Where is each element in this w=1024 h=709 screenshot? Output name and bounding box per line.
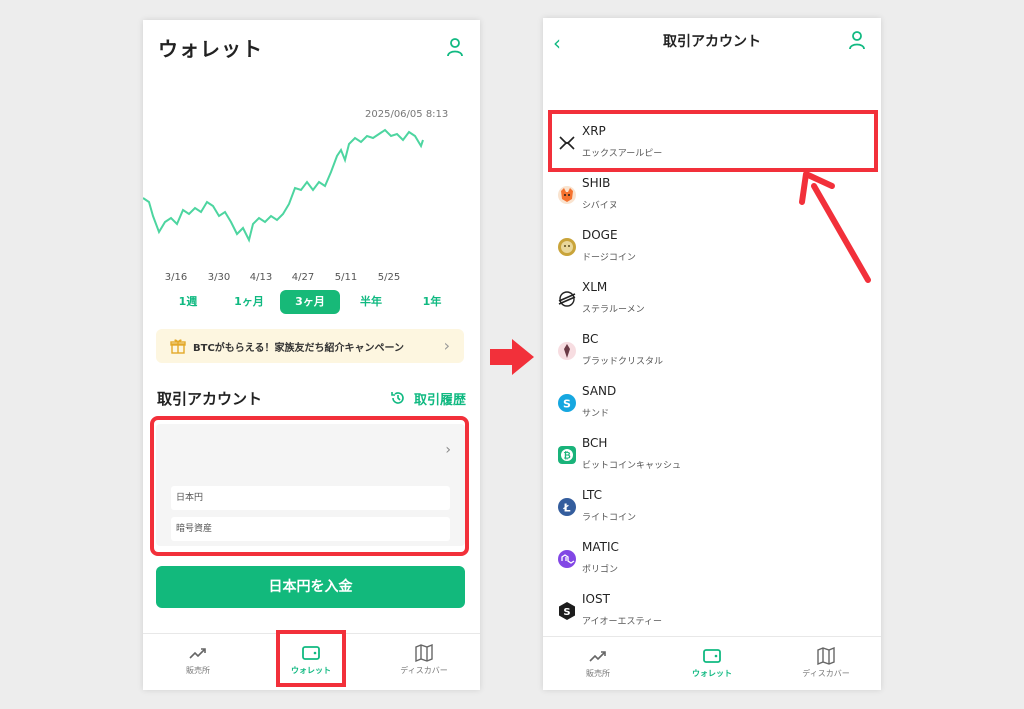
coin-row-bc[interactable]: BC ブラッドクリスタル (543, 328, 881, 378)
history-label: 取引履歴 (414, 393, 467, 408)
coin-row-iost[interactable]: S IOST アイオーエスティー (543, 588, 881, 638)
coin-symbol: MATIC (582, 540, 619, 554)
coin-symbol: SAND (582, 384, 617, 398)
tab-bar: 販売所 ウォレット ディスカバー (543, 636, 881, 690)
user-icon[interactable] (848, 30, 866, 50)
highlight-box (548, 110, 878, 172)
x-tick: 3/30 (207, 272, 231, 283)
coin-name: ドージコイン (582, 253, 636, 263)
svg-text:S: S (563, 398, 571, 411)
period-selector: 1週 1ヶ月 3ヶ月 半年 1年 (143, 290, 480, 314)
tab-label: ディスカバー (400, 666, 448, 675)
tab-wallet[interactable]: ウォレット (657, 637, 767, 690)
period-3m[interactable]: 3ヶ月 (280, 290, 340, 314)
price-line (143, 128, 424, 243)
gift-icon (170, 339, 186, 354)
bch-icon: ₿ (558, 446, 576, 464)
history-icon (391, 392, 404, 404)
coin-row-bch[interactable]: ₿ BCH ビットコインキャッシュ (543, 432, 881, 482)
highlight-box (276, 630, 346, 687)
svg-text:₿: ₿ (563, 451, 570, 462)
page-title: 取引アカウント (663, 34, 761, 50)
coin-name: ポリゴン (582, 565, 619, 575)
ltc-icon: Ł (558, 498, 576, 516)
coin-row-sand[interactable]: S SAND サンド (543, 380, 881, 430)
tab-store[interactable]: 販売所 (543, 637, 653, 690)
history-link[interactable]: 取引履歴 (391, 389, 467, 408)
x-tick: 4/13 (249, 272, 273, 283)
coin-symbol: XLM (582, 280, 608, 294)
period-1w[interactable]: 1週 (179, 290, 198, 314)
tab-discover[interactable]: ディスカバー (369, 634, 479, 690)
banner-text: BTCがもらえる！家族友だち紹介キャンペーン (193, 343, 404, 354)
tab-label: 販売所 (186, 666, 210, 675)
highlight-box (150, 416, 469, 556)
coin-symbol: LTC (582, 488, 603, 502)
chart-x-axis: 3/16 3/30 4/13 4/27 5/11 5/25 (143, 272, 480, 286)
svg-text:S: S (563, 607, 570, 618)
bc-icon (558, 342, 576, 360)
tab-label: ウォレット (692, 669, 732, 678)
tab-store[interactable]: 販売所 (143, 634, 253, 690)
coin-name: シバイヌ (582, 201, 618, 211)
page-title: ウォレット (158, 37, 263, 61)
tab-label: ディスカバー (802, 669, 850, 678)
x-tick: 5/25 (377, 272, 401, 283)
tab-discover[interactable]: ディスカバー (771, 637, 881, 690)
chart-timestamp: 2025/06/05 8:13 (365, 109, 449, 120)
iost-icon: S (559, 602, 575, 620)
campaign-banner[interactable]: BTCがもらえる！家族友だち紹介キャンペーン › (156, 329, 464, 363)
coin-name: ライトコイン (582, 513, 637, 523)
trend-icon (589, 651, 606, 662)
coin-row-matic[interactable]: MATIC ポリゴン (543, 536, 881, 586)
coin-symbol: BC (582, 332, 599, 346)
wallet-screen: ウォレット 2025/06/05 8:13 3/16 3/30 4/13 4/2… (143, 20, 480, 690)
coin-name: アイオーエスティー (582, 617, 663, 627)
x-tick: 4/27 (291, 272, 315, 283)
tab-label: 販売所 (586, 669, 610, 678)
coin-symbol: BCH (582, 436, 608, 450)
map-icon (817, 647, 835, 665)
matic-icon (558, 550, 576, 568)
coin-symbol: IOST (582, 592, 610, 606)
x-tick: 5/11 (334, 272, 358, 283)
xlm-icon (558, 291, 576, 307)
coin-name: ブラッドクリスタル (582, 357, 664, 367)
coin-name: ステラルーメン (582, 305, 645, 315)
user-icon[interactable] (446, 37, 464, 57)
deposit-button[interactable]: 日本円を入金 (156, 566, 465, 608)
coin-name: サンド (582, 409, 610, 419)
map-icon (415, 644, 433, 662)
arrow-up-left-icon (799, 171, 871, 283)
price-chart[interactable] (143, 120, 480, 250)
coin-name: ビットコインキャッシュ (582, 461, 682, 471)
coin-symbol: SHIB (582, 176, 611, 190)
svg-text:Ł: Ł (562, 502, 570, 515)
coin-symbol: DOGE (582, 228, 618, 242)
wallet-icon (703, 649, 721, 663)
x-tick: 3/16 (164, 272, 188, 283)
arrow-right-icon (490, 339, 534, 375)
section-title: 取引アカウント (157, 390, 263, 408)
period-1m[interactable]: 1ヶ月 (234, 290, 264, 314)
doge-icon (558, 238, 576, 256)
trading-account-screen: ‹ 取引アカウント XRP エックスアールピー SHIB シバイヌ DOGE ド… (543, 18, 881, 690)
trend-icon (189, 648, 206, 659)
period-6m[interactable]: 半年 (360, 290, 382, 314)
period-1y[interactable]: 1年 (423, 290, 442, 314)
shib-icon (558, 186, 576, 204)
sand-icon: S (558, 394, 576, 412)
chevron-right-icon: › (443, 336, 450, 355)
coin-row-ltc[interactable]: Ł LTC ライトコイン (543, 484, 881, 534)
